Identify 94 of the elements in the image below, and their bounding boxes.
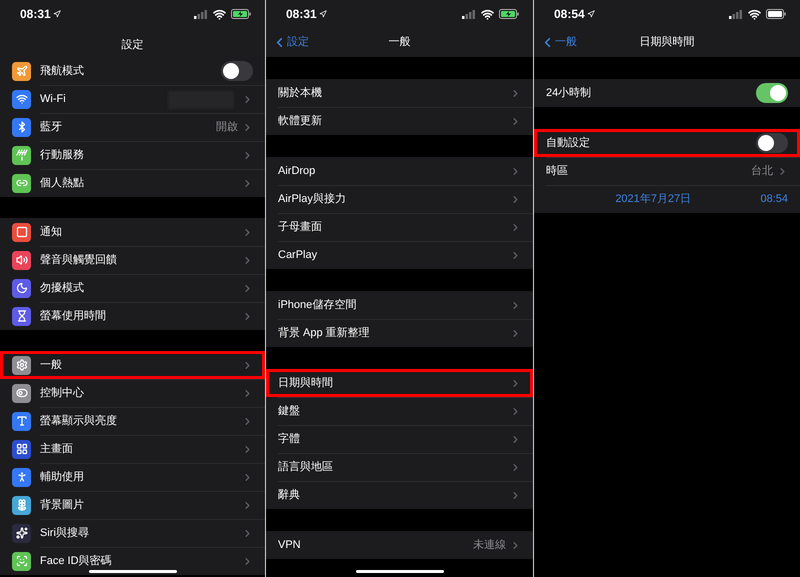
signal-icon [729,10,743,18]
row-label: 鍵盤 [278,404,301,420]
row-label: 24小時制 [546,86,592,101]
status-time: 08:54 [554,6,585,23]
row-label: 勿擾模式 [40,281,85,296]
settings-row[interactable]: 通知 [0,218,265,246]
row-label: 螢幕使用時間 [40,308,107,324]
settings-row[interactable]: 個人熱點 [0,169,265,197]
settings-row[interactable]: 控制中心 [0,379,265,407]
row-label: 螢幕顯示與亮度 [40,414,118,430]
row-label: Face ID與密碼 [40,554,113,570]
row-label: 背景 App 重新整理 [278,326,371,342]
settings-row[interactable]: 藍牙 開啟 [0,113,265,141]
settings-row[interactable]: 聲音與觸覺回饋 [0,246,265,274]
row-label: iPhone儲存空間 [278,298,358,313]
page-title: 一般 [388,35,410,50]
row-label: 語言與地區 [278,460,334,476]
row-label: Wi-Fi [40,92,67,108]
row-label: 時區 [546,164,569,180]
row-label: 主畫面 [40,442,74,458]
settings-row[interactable]: 鍵盤 [266,397,533,425]
toggle-switch[interactable] [756,83,788,103]
settings-row[interactable]: 子母畫面 [266,213,533,241]
row-label: 飛航模式 [40,64,85,79]
row-label: 背景圖片 [40,498,85,514]
settings-row[interactable]: 辭典 [266,481,533,509]
row-value: 開啟 [216,120,238,136]
location-icon [318,10,327,18]
settings-row[interactable]: Siri與搜尋 [0,519,265,547]
wifi-signal-icon [213,8,226,20]
settings-row[interactable]: Wi-Fi [0,85,265,113]
settings-row[interactable]: 背景 App 重新整理 [266,319,533,347]
row-label: AirPlay與接力 [278,192,347,208]
row-value: 未連線 [473,538,506,553]
back-button[interactable]: 設定 [272,34,309,51]
settings-row[interactable]: 飛航模式 [0,57,265,85]
settings-row[interactable]: Face ID與密碼 [0,547,265,575]
location-icon [586,10,595,18]
settings-row[interactable]: 自動設定 [534,129,800,157]
signal-icon [194,10,208,18]
row-value: 台北 [751,164,773,180]
row-label: 個人熱點 [40,176,85,192]
settings-row[interactable]: 一般 [0,351,265,379]
row-label: 通知 [40,224,63,240]
row-label: 藍牙 [40,120,63,136]
toggle-switch[interactable] [756,133,788,153]
settings-row[interactable]: AirDrop [266,157,533,185]
row-label: 自動設定 [546,136,591,151]
page-title: 設定 [122,38,144,54]
settings-row[interactable]: 背景圖片 [0,491,265,519]
row-label: 辭典 [278,488,301,504]
row-label: 控制中心 [40,386,85,402]
page-title: 日期與時間 [640,35,694,50]
settings-row[interactable]: 語言與地區 [266,453,533,481]
status-time: 08:31 [20,6,51,23]
location-icon [52,10,61,18]
settings-row[interactable]: 行動服務 [0,141,265,169]
settings-row[interactable]: 24小時制 [534,79,800,107]
row-label: 關於本機 [278,86,323,101]
row-label: AirDrop [278,164,316,179]
settings-row[interactable]: 主畫面 [0,435,265,463]
row-label: VPN [278,538,302,553]
row-label: Siri與搜尋 [40,526,90,542]
wifi-signal-icon [748,8,761,20]
row-label: 一般 [40,358,63,373]
row-label: 子母畫面 [278,220,323,236]
settings-row[interactable]: iPhone儲存空間 [266,291,533,319]
settings-row[interactable]: 輔助使用 [0,463,265,491]
row-label: 行動服務 [40,148,85,164]
settings-row[interactable]: 軟體更新 [266,107,533,135]
settings-row[interactable]: 螢幕顯示與亮度 [0,407,265,435]
settings-row[interactable]: 時區 台北 [534,157,800,185]
settings-row[interactable]: 日期與時間 [266,369,533,397]
wifi-signal-icon [481,8,494,20]
settings-row[interactable]: VPN 未連線 [266,531,533,559]
back-button[interactable]: 一般 [540,34,577,51]
settings-row[interactable]: AirPlay與接力 [266,185,533,213]
settings-row[interactable]: 螢幕使用時間 [0,302,265,330]
settings-row[interactable]: CarPlay [266,241,533,269]
settings-row[interactable]: 勿擾模式 [0,274,265,302]
status-time: 08:31 [286,6,317,23]
signal-icon [462,10,476,18]
row-label: 軟體更新 [278,114,323,130]
toggle-switch[interactable] [221,61,253,81]
settings-row[interactable]: 2021年7月27日 08:54 [534,185,800,213]
settings-row[interactable]: 關於本機 [266,79,533,107]
row-label: 輔助使用 [40,470,85,486]
row-label: 字體 [278,432,301,448]
row-label: CarPlay [278,248,318,264]
date-value[interactable]: 2021年7月27日 [546,191,760,208]
settings-row[interactable]: 字體 [266,425,533,453]
time-value[interactable]: 08:54 [760,191,788,208]
row-label: 日期與時間 [278,376,334,391]
row-label: 聲音與觸覺回饋 [40,252,118,268]
